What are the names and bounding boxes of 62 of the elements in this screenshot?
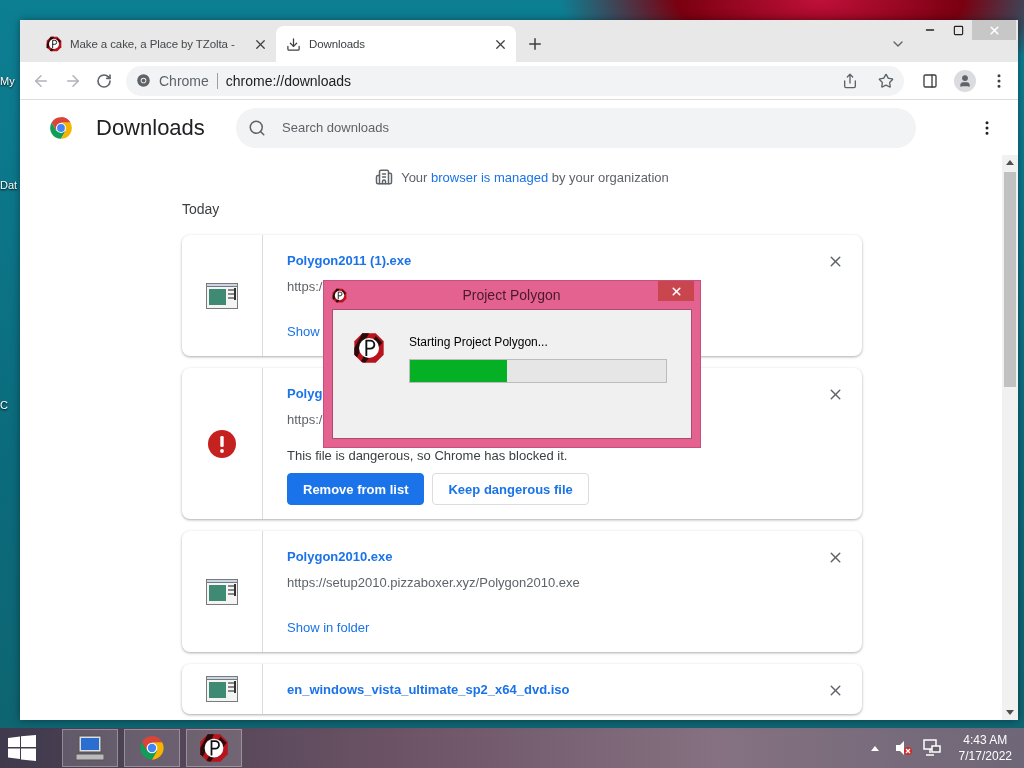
show-hidden-icons-icon[interactable] — [870, 745, 879, 751]
managed-notice: Your browser is managed by your organization — [401, 169, 669, 185]
application-file-icon — [206, 282, 238, 309]
reload-icon[interactable] — [96, 72, 112, 89]
file-name-link[interactable]: Polygon2011 (1).exe — [287, 251, 412, 271]
browser-tab[interactable]: Make a cake, a Place by TZolta - — [36, 26, 276, 62]
status-message: Starting Project Polygon... — [409, 335, 548, 349]
start-icon[interactable] — [8, 735, 36, 761]
dialog-title: Project Polygon — [461, 287, 562, 303]
app-logo-icon — [332, 287, 347, 303]
close-icon — [987, 23, 1001, 37]
remove-from-list-button[interactable]: Remove from list — [287, 473, 425, 505]
download-url: https://setup2010.pizzaboxer.xyz/Polygon2010.exe — [287, 574, 580, 592]
search-input[interactable]: Search downloads — [280, 119, 904, 136]
date-heading: Today — [182, 200, 221, 219]
warning-icon — [208, 429, 236, 458]
file-name-link[interactable]: en_windows_vista_ultimate_sp2_x64_dvd.iso — [287, 680, 570, 700]
application-file-icon — [206, 676, 238, 702]
muted-speaker-icon[interactable] — [894, 740, 913, 756]
building-icon — [375, 168, 394, 186]
share-icon[interactable] — [842, 72, 858, 89]
app-logo-icon — [46, 36, 62, 52]
file-name-link[interactable]: Polygon2010.exe — [287, 547, 393, 567]
managed-link[interactable]: browser is managed — [431, 169, 549, 185]
app-logo-icon — [353, 332, 385, 364]
page-title: Downloads — [96, 114, 206, 141]
network-icon[interactable] — [922, 739, 941, 757]
close-icon — [669, 284, 683, 298]
site-label: Chrome — [159, 72, 218, 89]
show-in-folder-link[interactable]: Show in folder — [287, 618, 370, 638]
profile-avatar[interactable] — [954, 69, 976, 92]
tab-title: Make a cake, a Place by TZolta - — [70, 38, 236, 50]
chrome-logo — [138, 734, 166, 762]
search-icon — [248, 118, 266, 137]
chrome-taskbar-button[interactable] — [124, 729, 180, 767]
side-panel-icon[interactable] — [922, 72, 938, 89]
application-file-icon — [206, 578, 238, 605]
app-taskbar-button[interactable] — [186, 729, 242, 767]
keep-file-button[interactable]: Keep dangerous file — [432, 473, 589, 505]
desktop-icon-label[interactable]: My — [0, 74, 20, 88]
download-url: https:/ — [287, 411, 323, 429]
file-name-link[interactable]: Polyg — [287, 384, 323, 404]
clock[interactable]: 4:43 AM 7/17/2022 — [958, 732, 1012, 764]
dialog-close-button[interactable] — [658, 281, 694, 301]
chrome-logo — [48, 114, 74, 141]
danger-warning: This file is dangerous, so Chrome has blocked it. — [287, 447, 568, 465]
tab-title: Downloads — [309, 38, 366, 50]
star-icon[interactable] — [878, 72, 894, 89]
browser-tab[interactable]: Downloads — [276, 26, 516, 62]
search-field[interactable]: Search downloads — [236, 107, 916, 148]
address-bar[interactable]: Chrome chrome://downloads — [126, 65, 904, 96]
show-in-folder-link[interactable]: Show — [287, 322, 320, 342]
desktop-icon-label[interactable]: C — [0, 398, 20, 412]
computer-taskbar-button[interactable] — [62, 729, 118, 767]
download-url: https:/ — [287, 278, 323, 296]
scrollbar[interactable] — [1002, 155, 1018, 720]
desktop-icon-label[interactable]: Dat — [0, 178, 20, 192]
app-logo-icon — [199, 733, 229, 763]
url-text: chrome://downloads — [225, 72, 352, 89]
computer-icon — [76, 735, 104, 761]
site-icon — [136, 73, 151, 88]
download-icon — [286, 36, 301, 52]
